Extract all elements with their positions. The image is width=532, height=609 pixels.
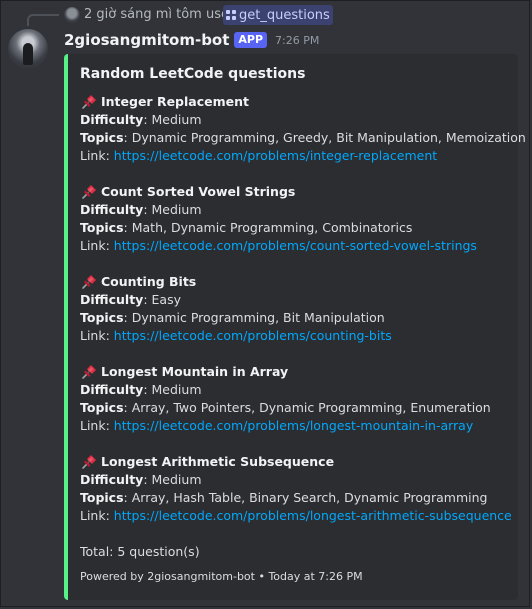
questions-list: Integer Replacement Difficulty: Medium Top…: [80, 93, 526, 525]
question-title: Longest Arithmetic Subsequence: [101, 454, 335, 469]
link-label: Link:: [80, 148, 114, 163]
question-topics-line: Topics: Dynamic Programming, Bit Manipul…: [80, 309, 508, 327]
slash-command-icon: [226, 10, 236, 20]
difficulty-separator: :: [143, 112, 152, 127]
question-link[interactable]: https://leetcode.com/problems/longest-mo…: [114, 418, 473, 433]
difficulty-label: Difficulty: [80, 112, 144, 127]
question-title-line: Count Sorted Vowel Strings: [80, 183, 508, 201]
pushpin-icon: [80, 364, 97, 380]
link-label: Link:: [80, 328, 114, 343]
difficulty-label: Difficulty: [80, 382, 144, 397]
reply-avatar[interactable]: [64, 7, 80, 23]
question-link[interactable]: https://leetcode.com/problems/count-sort…: [114, 238, 477, 253]
question-title-line: Counting Bits: [80, 273, 508, 291]
question-item: Longest Mountain in Array Difficulty: Med…: [80, 363, 508, 435]
question-item: Count Sorted Vowel Strings Difficulty: Me…: [80, 183, 508, 255]
reply-command-chip[interactable]: get_questions: [223, 5, 333, 25]
embed-title: Random LeetCode questions: [80, 66, 306, 82]
difficulty-separator: :: [143, 382, 152, 397]
bot-username[interactable]: 2giosangmitom-bot: [64, 31, 229, 49]
pushpin-icon: [80, 94, 97, 110]
difficulty-separator: :: [143, 292, 152, 307]
question-link-line: Link: https://leetcode.com/problems/coun…: [80, 237, 508, 255]
difficulty-label: Difficulty: [80, 202, 144, 217]
questions-embed: Random LeetCode questions Integer Replac…: [64, 54, 526, 600]
question-link[interactable]: https://leetcode.com/problems/counting-b…: [114, 328, 392, 343]
topics-label: Topics: [80, 310, 124, 325]
question-topics: Array, Two Pointers, Dynamic Programming…: [131, 400, 491, 415]
question-title: Counting Bits: [101, 274, 197, 289]
question-item: Integer Replacement Difficulty: Medium Top…: [80, 93, 526, 165]
total-count: Total: 5 question(s): [80, 544, 200, 559]
difficulty-separator: :: [143, 202, 152, 217]
pushpin-icon: [80, 274, 97, 290]
question-topics-line: Topics: Array, Hash Table, Binary Search…: [80, 489, 508, 507]
difficulty-separator: :: [143, 472, 152, 487]
question-link-line: Link: https://leetcode.com/problems/long…: [80, 417, 508, 435]
topics-separator: :: [123, 130, 132, 145]
question-link[interactable]: https://leetcode.com/problems/longest-ar…: [114, 508, 512, 523]
question-title: Count Sorted Vowel Strings: [101, 184, 296, 199]
difficulty-label: Difficulty: [80, 472, 144, 487]
question-title: Longest Mountain in Array: [101, 364, 289, 379]
reply-command-name: get_questions: [239, 7, 330, 23]
question-topics-line: Topics: Math, Dynamic Programming, Combi…: [80, 219, 508, 237]
question-difficulty-line: Difficulty: Medium: [80, 111, 508, 129]
question-link-line: Link: https://leetcode.com/problems/long…: [80, 507, 512, 525]
question-item: Longest Arithmetic Subsequence Difficulty…: [80, 453, 512, 525]
question-title-line: Integer Replacement: [80, 93, 508, 111]
pushpin-icon: [80, 454, 97, 470]
topics-label: Topics: [80, 490, 124, 505]
topics-label: Topics: [80, 130, 124, 145]
question-topics: Dynamic Programming, Greedy, Bit Manipul…: [131, 130, 526, 145]
topics-label: Topics: [80, 220, 124, 235]
topics-label: Topics: [80, 400, 124, 415]
discord-message-window: 2 giờ sáng mì tôm used get_questions 2gi…: [0, 0, 530, 607]
question-link-line: Link: https://leetcode.com/problems/coun…: [80, 327, 508, 345]
question-title: Integer Replacement: [101, 94, 249, 109]
question-difficulty-line: Difficulty: Easy: [80, 291, 508, 309]
question-item: Counting Bits Difficulty: Easy Topics: Dyn…: [80, 273, 508, 345]
reply-text[interactable]: 2 giờ sáng mì tôm used: [84, 6, 237, 24]
topics-separator: :: [123, 400, 132, 415]
link-label: Link:: [80, 238, 114, 253]
question-difficulty: Medium: [151, 202, 202, 217]
question-link-line: Link: https://leetcode.com/problems/inte…: [80, 147, 508, 165]
question-topics-line: Topics: Array, Two Pointers, Dynamic Pro…: [80, 399, 508, 417]
reply-connector: [27, 14, 59, 26]
question-link[interactable]: https://leetcode.com/problems/integer-re…: [114, 148, 437, 163]
app-badge: APP: [234, 32, 268, 48]
link-label: Link:: [80, 418, 114, 433]
question-title-line: Longest Mountain in Array: [80, 363, 508, 381]
question-difficulty: Medium: [151, 112, 202, 127]
message-timestamp[interactable]: 7:26 PM: [275, 34, 319, 47]
question-topics: Dynamic Programming, Bit Manipulation: [131, 310, 385, 325]
question-title-line: Longest Arithmetic Subsequence: [80, 453, 508, 471]
topics-separator: :: [123, 220, 132, 235]
message-header: 2giosangmitom-bot APP 7:26 PM: [64, 29, 319, 51]
difficulty-label: Difficulty: [80, 292, 144, 307]
topics-separator: :: [123, 310, 132, 325]
topics-separator: :: [123, 490, 132, 505]
question-topics: Math, Dynamic Programming, Combinatorics: [131, 220, 413, 235]
question-difficulty: Easy: [151, 292, 181, 307]
question-difficulty-line: Difficulty: Medium: [80, 201, 508, 219]
question-difficulty: Medium: [151, 382, 202, 397]
question-topics-line: Topics: Dynamic Programming, Greedy, Bit…: [80, 129, 526, 147]
link-label: Link:: [80, 508, 114, 523]
bot-avatar[interactable]: [8, 29, 48, 69]
question-difficulty-line: Difficulty: Medium: [80, 381, 508, 399]
pushpin-icon: [80, 184, 97, 200]
question-topics: Array, Hash Table, Binary Search, Dynami…: [131, 490, 488, 505]
question-difficulty: Medium: [151, 472, 202, 487]
question-difficulty-line: Difficulty: Medium: [80, 471, 508, 489]
embed-footer: Powered by 2giosangmitom-bot • Today at …: [80, 570, 363, 583]
